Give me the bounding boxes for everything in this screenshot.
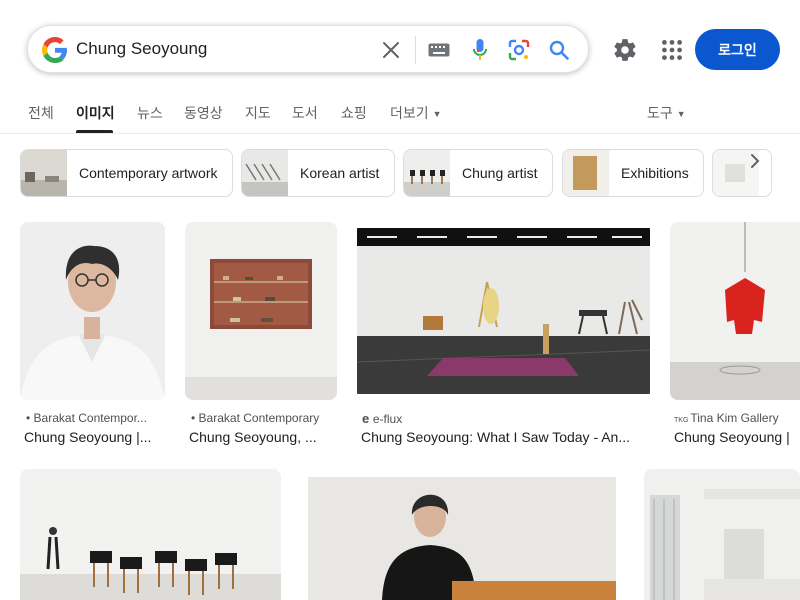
result-title[interactable]: Chung Seoyoung |... [24, 429, 151, 445]
chips-scroll-right-button[interactable] [742, 148, 768, 174]
chip-thumbnail [242, 150, 288, 196]
image-result[interactable] [20, 469, 281, 600]
result-thumbnail [670, 222, 800, 400]
result-title[interactable]: Chung Seoyoung | [674, 429, 790, 445]
chip-thumbnail [21, 150, 67, 196]
result-source-name: Barakat Contemporary [198, 411, 320, 425]
chip-label: Chung artist [462, 165, 538, 181]
eflux-logo-icon: e [362, 411, 373, 426]
tab-more[interactable]: 더보기 ▼ [390, 103, 442, 123]
result-thumbnail [357, 222, 650, 400]
search-divider [415, 36, 416, 64]
result-source[interactable]: TKG Tina Kim Gallery [674, 411, 779, 425]
chip-contemporary-artwork[interactable]: Contemporary artwork [20, 149, 233, 197]
result-title[interactable]: Chung Seoyoung, ... [189, 429, 317, 445]
result-source-name: Barakat Contempor... [33, 411, 147, 425]
result-source-name: e-flux [372, 412, 403, 426]
tab-maps[interactable]: 지도 [245, 103, 271, 123]
lens-search-button[interactable] [507, 38, 531, 62]
tab-books[interactable]: 도서 [292, 103, 318, 123]
tab-news[interactable]: 뉴스 [137, 103, 163, 123]
tab-more-label: 더보기 [390, 105, 429, 121]
image-result[interactable] [644, 469, 800, 600]
tkg-logo-icon: TKG [674, 417, 691, 424]
chip-label: Contemporary artwork [79, 165, 218, 181]
tab-images[interactable]: 이미지 [76, 103, 115, 123]
tab-shopping[interactable]: 쇼핑 [341, 103, 367, 123]
search-button[interactable] [547, 38, 571, 62]
voice-search-button[interactable] [468, 38, 492, 62]
camera-lens-icon [508, 39, 530, 61]
search-box[interactable]: Chung Seoyoung [27, 25, 589, 73]
google-logo-icon [42, 37, 67, 63]
close-icon [383, 42, 399, 58]
chip-thumbnail [563, 150, 609, 196]
result-source-name: Tina Kim Gallery [690, 411, 779, 425]
active-tab-indicator [76, 130, 113, 133]
tab-all[interactable]: 전체 [28, 103, 54, 123]
result-thumbnail [20, 222, 165, 400]
chip-thumbnail [404, 150, 450, 196]
apps-grid-icon[interactable] [659, 37, 685, 63]
result-title[interactable]: Chung Seoyoung: What I Saw Today - An... [361, 429, 630, 445]
keyboard-icon [428, 43, 450, 57]
tools-button[interactable]: 도구 ▼ [647, 103, 686, 123]
caret-down-icon: ▼ [676, 109, 686, 120]
result-source[interactable]: • Barakat Contemporary [191, 411, 319, 425]
image-result[interactable] [302, 469, 621, 600]
chip-chung-artist[interactable]: Chung artist [403, 149, 553, 197]
search-input[interactable]: Chung Seoyoung [76, 39, 207, 59]
chip-label: Korean artist [300, 165, 380, 181]
result-source[interactable]: • Barakat Contempor... [26, 411, 147, 425]
source-bullet-icon: • [26, 411, 34, 425]
login-button[interactable]: 로그인 [695, 29, 780, 70]
chip-exhibitions[interactable]: Exhibitions [562, 149, 704, 197]
chip-label: Exhibitions [621, 165, 689, 181]
search-tabs: 전체 이미지 뉴스 동영상 지도 도서 쇼핑 더보기 ▼ 도구 ▼ [0, 100, 800, 134]
clear-search-button[interactable] [379, 38, 403, 62]
chevron-right-icon [751, 154, 760, 168]
result-thumbnail [185, 222, 337, 400]
result-source[interactable]: e e-flux [362, 411, 402, 426]
source-bullet-icon: • [191, 411, 199, 425]
chip-korean-artist[interactable]: Korean artist [241, 149, 395, 197]
caret-down-icon: ▼ [432, 109, 442, 120]
microphone-icon [473, 39, 487, 60]
settings-gear-icon[interactable] [612, 37, 638, 63]
tab-videos[interactable]: 동영상 [184, 103, 223, 123]
search-icon [549, 40, 569, 60]
keyboard-button[interactable] [427, 38, 451, 62]
tools-label: 도구 [647, 105, 673, 121]
